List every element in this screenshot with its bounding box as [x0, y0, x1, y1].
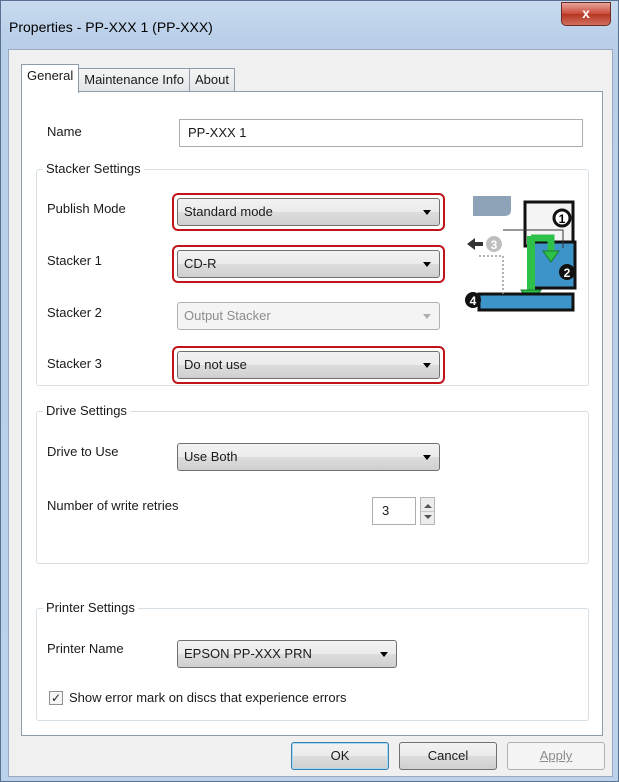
publish-mode-value: Standard mode — [184, 204, 273, 219]
ok-button[interactable]: OK — [291, 742, 389, 770]
diagram-left-arrow-shaft — [474, 242, 483, 246]
stacker2-label: Stacker 2 — [47, 305, 102, 320]
write-retries-label: Number of write retries — [47, 498, 179, 513]
spin-down-icon[interactable] — [424, 515, 432, 519]
cancel-button[interactable]: Cancel — [399, 742, 497, 770]
diagram-stacker4-box — [477, 292, 575, 312]
general-tab-panel: Name PP-XXX 1 Stacker Settings Publish M… — [21, 91, 603, 736]
chevron-down-icon — [423, 363, 431, 368]
tab-maintenance-info[interactable]: Maintenance Info — [78, 68, 190, 92]
printer-settings-title: Printer Settings — [43, 600, 138, 615]
drive-settings-group: Drive Settings — [36, 403, 589, 564]
stacker-settings-title: Stacker Settings — [43, 161, 144, 176]
dialog-client-area: General Maintenance Info About Name PP-X… — [8, 49, 613, 777]
stacker2-value: Output Stacker — [184, 308, 271, 323]
title-bar[interactable]: Properties - PP-XXX 1 (PP-XXX) x — [1, 1, 618, 35]
drive-settings-title: Drive Settings — [43, 403, 130, 418]
tab-strip: General Maintenance Info About — [21, 64, 235, 93]
stacker3-select[interactable]: Do not use — [177, 351, 440, 379]
tab-about[interactable]: About — [188, 68, 235, 92]
name-field[interactable]: PP-XXX 1 — [179, 119, 583, 147]
printer-name-label: Printer Name — [47, 641, 124, 656]
close-button[interactable]: x — [561, 2, 611, 26]
show-error-label[interactable]: Show error mark on discs that experience… — [69, 690, 346, 705]
stacker1-value: CD-R — [184, 256, 217, 271]
diagram-number-4: 4 — [470, 294, 477, 308]
chevron-down-icon — [423, 262, 431, 267]
chevron-down-icon — [423, 455, 431, 460]
chevron-down-icon — [423, 210, 431, 215]
drive-to-use-select[interactable]: Use Both — [177, 443, 440, 471]
write-retries-spinner[interactable] — [420, 497, 435, 525]
window-title: Properties - PP-XXX 1 (PP-XXX) — [9, 19, 213, 35]
publish-mode-label: Publish Mode — [47, 201, 126, 216]
stacker1-label: Stacker 1 — [47, 253, 102, 268]
show-error-checkbox[interactable]: ✓ — [49, 691, 63, 705]
properties-dialog: Properties - PP-XXX 1 (PP-XXX) x General… — [0, 0, 619, 782]
printer-name-select[interactable]: EPSON PP-XXX PRN — [177, 640, 397, 668]
name-label: Name — [47, 124, 82, 139]
printer-name-value: EPSON PP-XXX PRN — [184, 646, 312, 661]
diagram-number-2: 2 — [564, 266, 571, 280]
tab-general[interactable]: General — [21, 64, 80, 93]
diagram-number-3: 3 — [491, 238, 498, 252]
write-retries-field[interactable]: 3 — [372, 497, 416, 525]
diagram-number-1: 1 — [559, 212, 566, 226]
stacker3-label: Stacker 3 — [47, 356, 102, 371]
chevron-down-icon — [380, 652, 388, 657]
apply-button: Apply — [507, 742, 605, 770]
close-icon: x — [582, 5, 590, 21]
stacker2-select: Output Stacker — [177, 302, 440, 330]
chevron-down-icon — [423, 314, 431, 319]
publish-mode-select[interactable]: Standard mode — [177, 198, 440, 226]
spin-up-icon[interactable] — [424, 504, 432, 508]
checkmark-icon: ✓ — [50, 691, 62, 705]
stacker-diagram-illustration: 1 2 3 4 — [463, 196, 579, 318]
drive-to-use-label: Drive to Use — [47, 444, 119, 459]
diagram-top-unit — [473, 196, 511, 216]
stacker1-select[interactable]: CD-R — [177, 250, 440, 278]
stacker3-value: Do not use — [184, 357, 247, 372]
drive-to-use-value: Use Both — [184, 449, 238, 464]
